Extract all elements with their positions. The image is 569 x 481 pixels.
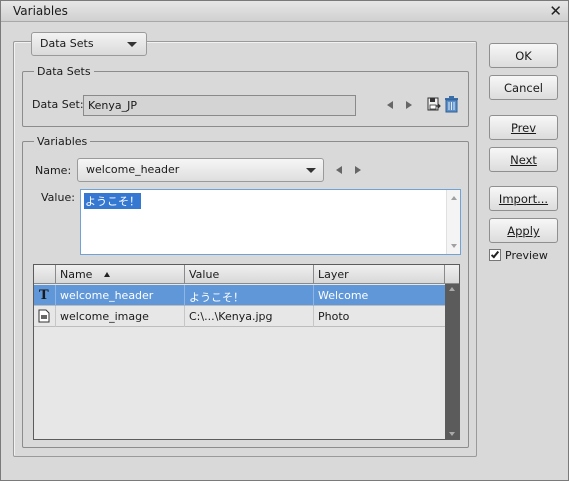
prev-button-label: Prev (510, 121, 537, 135)
trash-icon[interactable] (444, 96, 459, 116)
text-icon: T (34, 285, 56, 306)
value-text-selected: ようこそ！ (84, 193, 141, 209)
table-row[interactable]: T welcome_header ようこそ！ Welcome (34, 285, 445, 306)
variable-name-dropdown[interactable]: welcome_header (77, 158, 324, 182)
preview-label: Preview (505, 249, 548, 262)
next-button[interactable]: Next (489, 147, 558, 172)
apply-button[interactable]: Apply (489, 218, 558, 243)
previous-dataset-arrow-icon[interactable] (387, 101, 393, 109)
value-scrollbar[interactable] (446, 190, 460, 254)
scroll-down-icon[interactable] (451, 244, 457, 248)
import-button-label: Import... (498, 192, 549, 206)
next-dataset-arrow-icon[interactable] (406, 101, 412, 109)
row-value: ようこそ！ (185, 285, 314, 306)
data-set-value: Kenya_JP (88, 99, 138, 112)
column-header-layer[interactable]: Layer (314, 265, 445, 284)
preview-checkbox[interactable] (489, 249, 501, 261)
data-set-field[interactable]: Kenya_JP (83, 95, 356, 116)
variables-dialog: Variables ✕ Data Sets Data Sets Data Set… (0, 0, 569, 481)
value-textarea[interactable]: ようこそ！ (80, 189, 461, 255)
column-header-name-label: Name (60, 268, 93, 281)
row-name: welcome_image (56, 306, 185, 327)
name-label: Name: (35, 164, 72, 177)
ok-button[interactable]: OK (489, 43, 558, 68)
window-title: Variables (13, 4, 68, 18)
cancel-button[interactable]: Cancel (489, 75, 558, 100)
apply-button-label: Apply (507, 224, 540, 238)
value-label: Value: (41, 191, 75, 204)
row-layer: Welcome (318, 289, 369, 302)
row-layer: Photo (318, 310, 350, 323)
variable-name-value: welcome_header (86, 163, 180, 176)
import-button[interactable]: Import... (489, 186, 558, 211)
icon-column-header (34, 265, 56, 284)
variables-legend: Variables (37, 135, 88, 148)
prev-button[interactable]: Prev (489, 115, 558, 140)
table-scrollbar[interactable] (445, 284, 459, 439)
next-button-label: Next (510, 153, 537, 167)
checkmark-icon (490, 249, 500, 259)
data-sets-legend: Data Sets (37, 65, 91, 78)
chevron-down-icon (306, 168, 316, 173)
previous-variable-arrow-icon[interactable] (336, 166, 342, 174)
scroll-down-icon[interactable] (449, 432, 455, 436)
title-bar: Variables ✕ (1, 1, 568, 22)
sort-ascending-icon (104, 272, 111, 277)
column-header-value-label: Value (189, 268, 220, 281)
next-variable-arrow-icon[interactable] (355, 166, 361, 174)
chevron-down-icon (127, 42, 137, 47)
table-row[interactable]: welcome_image C:\...\Kenya.jpg Photo (34, 306, 445, 327)
image-icon (34, 306, 56, 327)
scroll-up-icon[interactable] (451, 196, 457, 200)
save-dataset-icon[interactable] (427, 97, 441, 115)
row-value: C:\...\Kenya.jpg (185, 306, 314, 327)
row-name: welcome_header (56, 285, 185, 306)
column-header-name[interactable]: Name (56, 265, 185, 284)
scroll-up-icon[interactable] (449, 287, 455, 291)
close-icon[interactable]: ✕ (549, 2, 562, 20)
mode-dropdown-value: Data Sets (40, 37, 94, 50)
mode-dropdown[interactable]: Data Sets (31, 32, 147, 56)
column-header-layer-label: Layer (318, 268, 349, 281)
column-header-value[interactable]: Value (185, 265, 314, 284)
variables-table: Name Value Layer T welcome_header ようこそ！ … (33, 264, 460, 440)
data-set-label: Data Set: (32, 98, 84, 111)
table-header: Name Value Layer (34, 265, 459, 284)
